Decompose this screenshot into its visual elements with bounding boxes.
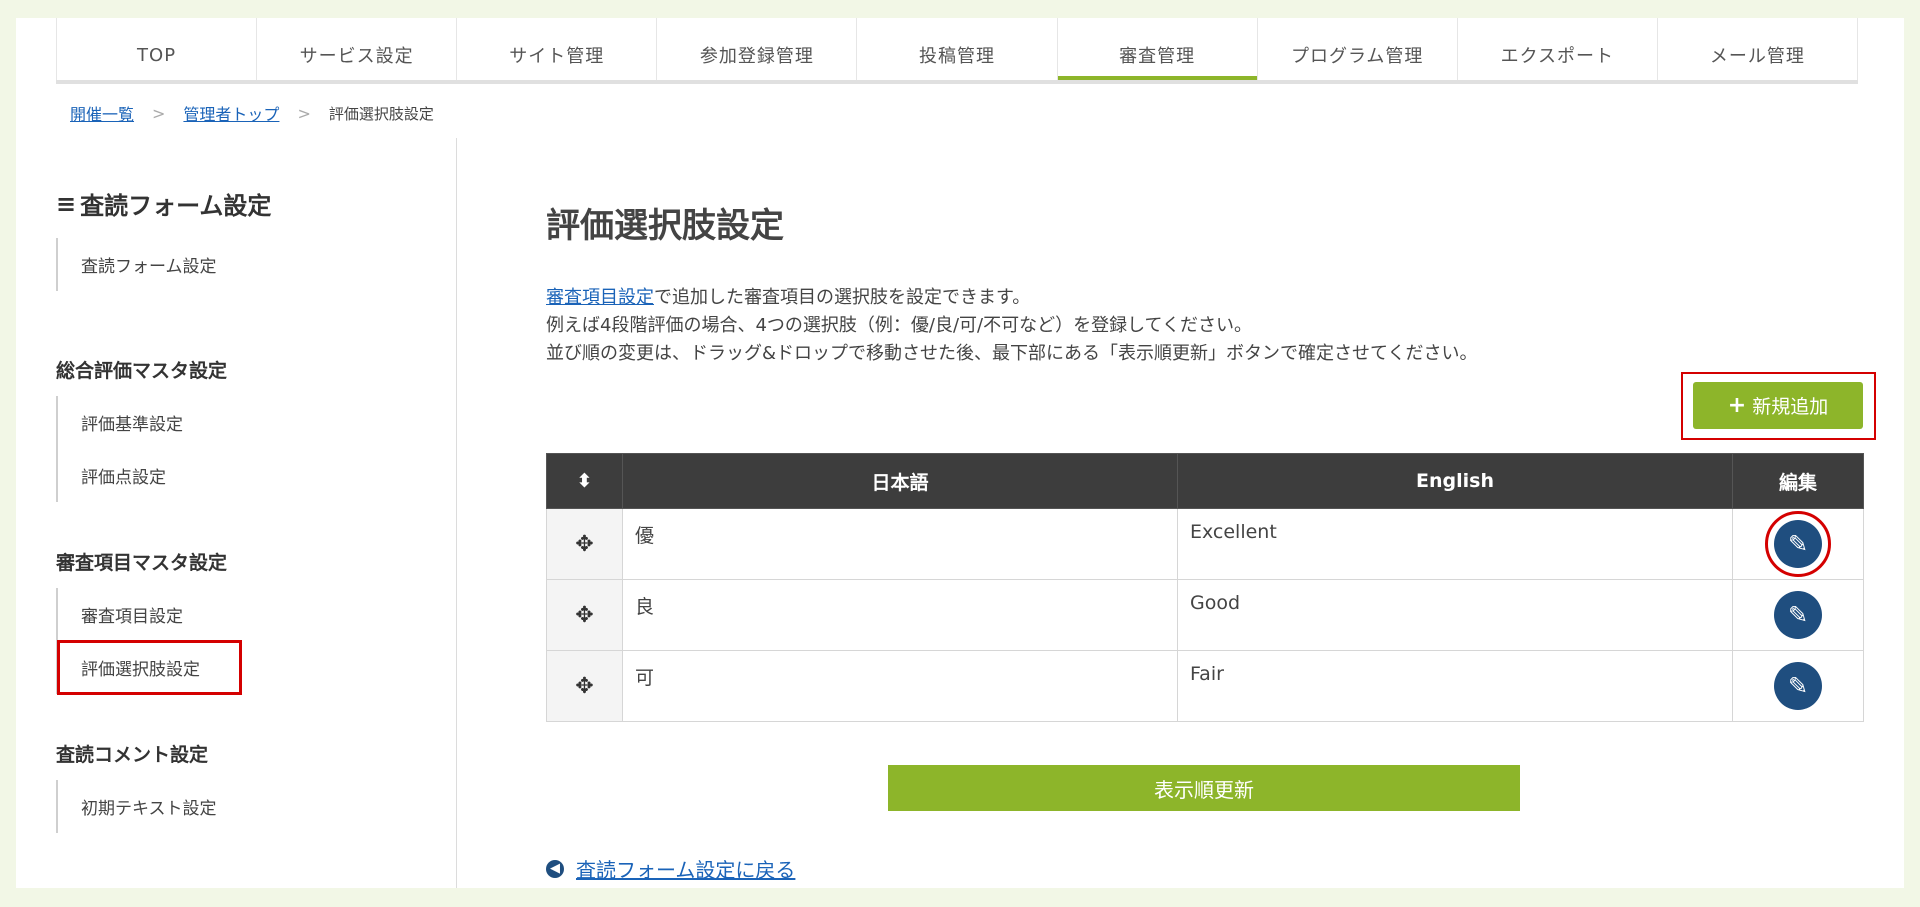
menu-icon: ≡ — [56, 189, 77, 218]
sidebar-list-review: 審査項目設定 評価選択肢設定 — [56, 588, 242, 695]
main-content: 評価選択肢設定 審査項目設定で追加した審査項目の選択肢を設定できます。 例えば4… — [546, 138, 1876, 888]
description-line-1-text: で追加した審査項目の選択肢を設定できます。 — [654, 287, 1031, 308]
drag-handle[interactable]: ✥ — [546, 508, 623, 580]
sidebar-item-review-form[interactable]: 査読フォーム設定 — [58, 238, 217, 291]
move-arrows-icon: ✥ — [575, 531, 594, 557]
sort-column-header: ⬍ — [546, 453, 623, 509]
sidebar-group-review: 審査項目マスタ設定 — [56, 552, 228, 574]
breadcrumb-separator: > — [152, 103, 166, 123]
drag-handle[interactable]: ✥ — [546, 650, 623, 722]
add-new-button[interactable]: + 新規追加 — [1693, 382, 1863, 429]
description-line-3: 並び順の変更は、ドラッグ&ドロップで移動させた後、最下部にある「表示順更新」ボタ… — [546, 343, 1478, 364]
move-arrows-icon: ✥ — [575, 673, 594, 699]
sidebar-title-text: 査読フォーム設定 — [80, 192, 272, 220]
table-header-row: ⬍ 日本語 English 編集 — [546, 453, 1864, 509]
tab-mail-management[interactable]: メール管理 — [1656, 18, 1858, 80]
pencil-icon: ✎ — [1787, 530, 1809, 558]
sidebar-group-comment: 査読コメント設定 — [56, 744, 209, 766]
sidebar-group-overall: 総合評価マスタ設定 — [56, 360, 228, 382]
update-order-button[interactable]: 表示順更新 — [888, 765, 1520, 811]
table-row: ✥ 良 Good ✎ — [546, 579, 1864, 651]
sidebar-item-criteria[interactable]: 評価基準設定 — [58, 396, 183, 449]
breadcrumb-event-list[interactable]: 開催一覧 — [70, 101, 134, 125]
table-row: ✥ 可 Fair ✎ — [546, 650, 1864, 722]
pencil-icon: ✎ — [1787, 601, 1809, 629]
description: 審査項目設定で追加した審査項目の選択肢を設定できます。 例えば4段階評価の場合、… — [546, 284, 1478, 368]
move-arrows-icon: ✥ — [575, 602, 594, 628]
circle-arrow-left-icon: ◀ — [546, 859, 564, 878]
cell-japanese: 優 — [622, 508, 1178, 580]
table-row: ✥ 優 Excellent ✎ — [546, 508, 1864, 580]
sidebar-list-overall: 評価基準設定 評価点設定 — [56, 396, 183, 502]
plus-icon: + — [1727, 393, 1747, 418]
back-to-review-form-link[interactable]: 査読フォーム設定に戻る — [576, 854, 795, 883]
sidebar-list-form: 査読フォーム設定 — [56, 238, 217, 291]
cell-english: Fair — [1177, 650, 1733, 722]
cell-english: Good — [1177, 579, 1733, 651]
column-header-japanese: 日本語 — [622, 453, 1178, 509]
column-header-edit: 編集 — [1732, 453, 1864, 509]
drag-handle[interactable]: ✥ — [546, 579, 623, 651]
edit-button[interactable]: ✎ — [1765, 511, 1831, 577]
sort-icon: ⬍ — [576, 470, 593, 492]
tab-top[interactable]: TOP — [56, 18, 256, 80]
sidebar-item-review-items[interactable]: 審査項目設定 — [58, 588, 241, 641]
pencil-icon: ✎ — [1787, 672, 1809, 700]
breadcrumb-separator: > — [297, 103, 311, 123]
sidebar: ≡ 査読フォーム設定 査読フォーム設定 総合評価マスタ設定 評価基準設定 評価点… — [56, 138, 457, 888]
breadcrumb-current: 評価選択肢設定 — [328, 104, 434, 123]
review-items-link[interactable]: 審査項目設定 — [546, 287, 654, 308]
sidebar-item-initial-text[interactable]: 初期テキスト設定 — [58, 780, 217, 833]
sidebar-title: ≡ 査読フォーム設定 — [56, 186, 271, 221]
tab-service-settings[interactable]: サービス設定 — [256, 18, 456, 80]
cell-edit: ✎ — [1732, 650, 1864, 722]
tab-export[interactable]: エクスポート — [1456, 18, 1657, 80]
cell-english: Excellent — [1177, 508, 1733, 580]
choices-table: ⬍ 日本語 English 編集 ✥ 優 Excellent ✎ ✥ 良 Goo… — [546, 453, 1864, 722]
column-header-english: English — [1177, 453, 1733, 509]
breadcrumb: 開催一覧 > 管理者トップ > 評価選択肢設定 — [70, 100, 434, 126]
cell-edit: ✎ — [1732, 579, 1864, 651]
page-title: 評価選択肢設定 — [546, 206, 784, 246]
add-new-button-label: 新規追加 — [1752, 396, 1829, 418]
cell-edit: ✎ — [1732, 508, 1864, 580]
tab-site-management[interactable]: サイト管理 — [456, 18, 656, 80]
sidebar-list-comment: 初期テキスト設定 — [56, 780, 217, 833]
edit-button[interactable]: ✎ — [1774, 662, 1822, 710]
cell-japanese: 良 — [622, 579, 1178, 651]
description-line-2: 例えば4段階評価の場合、4つの選択肢（例：優/良/可/不可など）を登録してくださ… — [546, 315, 1253, 336]
sidebar-item-points[interactable]: 評価点設定 — [58, 449, 183, 502]
cell-japanese: 可 — [622, 650, 1178, 722]
tab-submission-management[interactable]: 投稿管理 — [856, 18, 1056, 80]
tab-program-management[interactable]: プログラム管理 — [1256, 18, 1457, 80]
tab-review-management[interactable]: 審査管理 — [1056, 18, 1257, 80]
top-navigation: TOP サービス設定 サイト管理 参加登録管理 投稿管理 審査管理 プログラム管… — [56, 18, 1858, 84]
description-line-1: 審査項目設定で追加した審査項目の選択肢を設定できます。 — [546, 284, 1478, 312]
breadcrumb-admin-top[interactable]: 管理者トップ — [183, 101, 279, 125]
back-link: ◀ 査読フォーム設定に戻る — [546, 854, 795, 883]
tab-registration-management[interactable]: 参加登録管理 — [656, 18, 856, 80]
sidebar-item-choices[interactable]: 評価選択肢設定 — [57, 640, 242, 695]
page: TOP サービス設定 サイト管理 参加登録管理 投稿管理 審査管理 プログラム管… — [16, 18, 1904, 888]
edit-button[interactable]: ✎ — [1774, 591, 1822, 639]
